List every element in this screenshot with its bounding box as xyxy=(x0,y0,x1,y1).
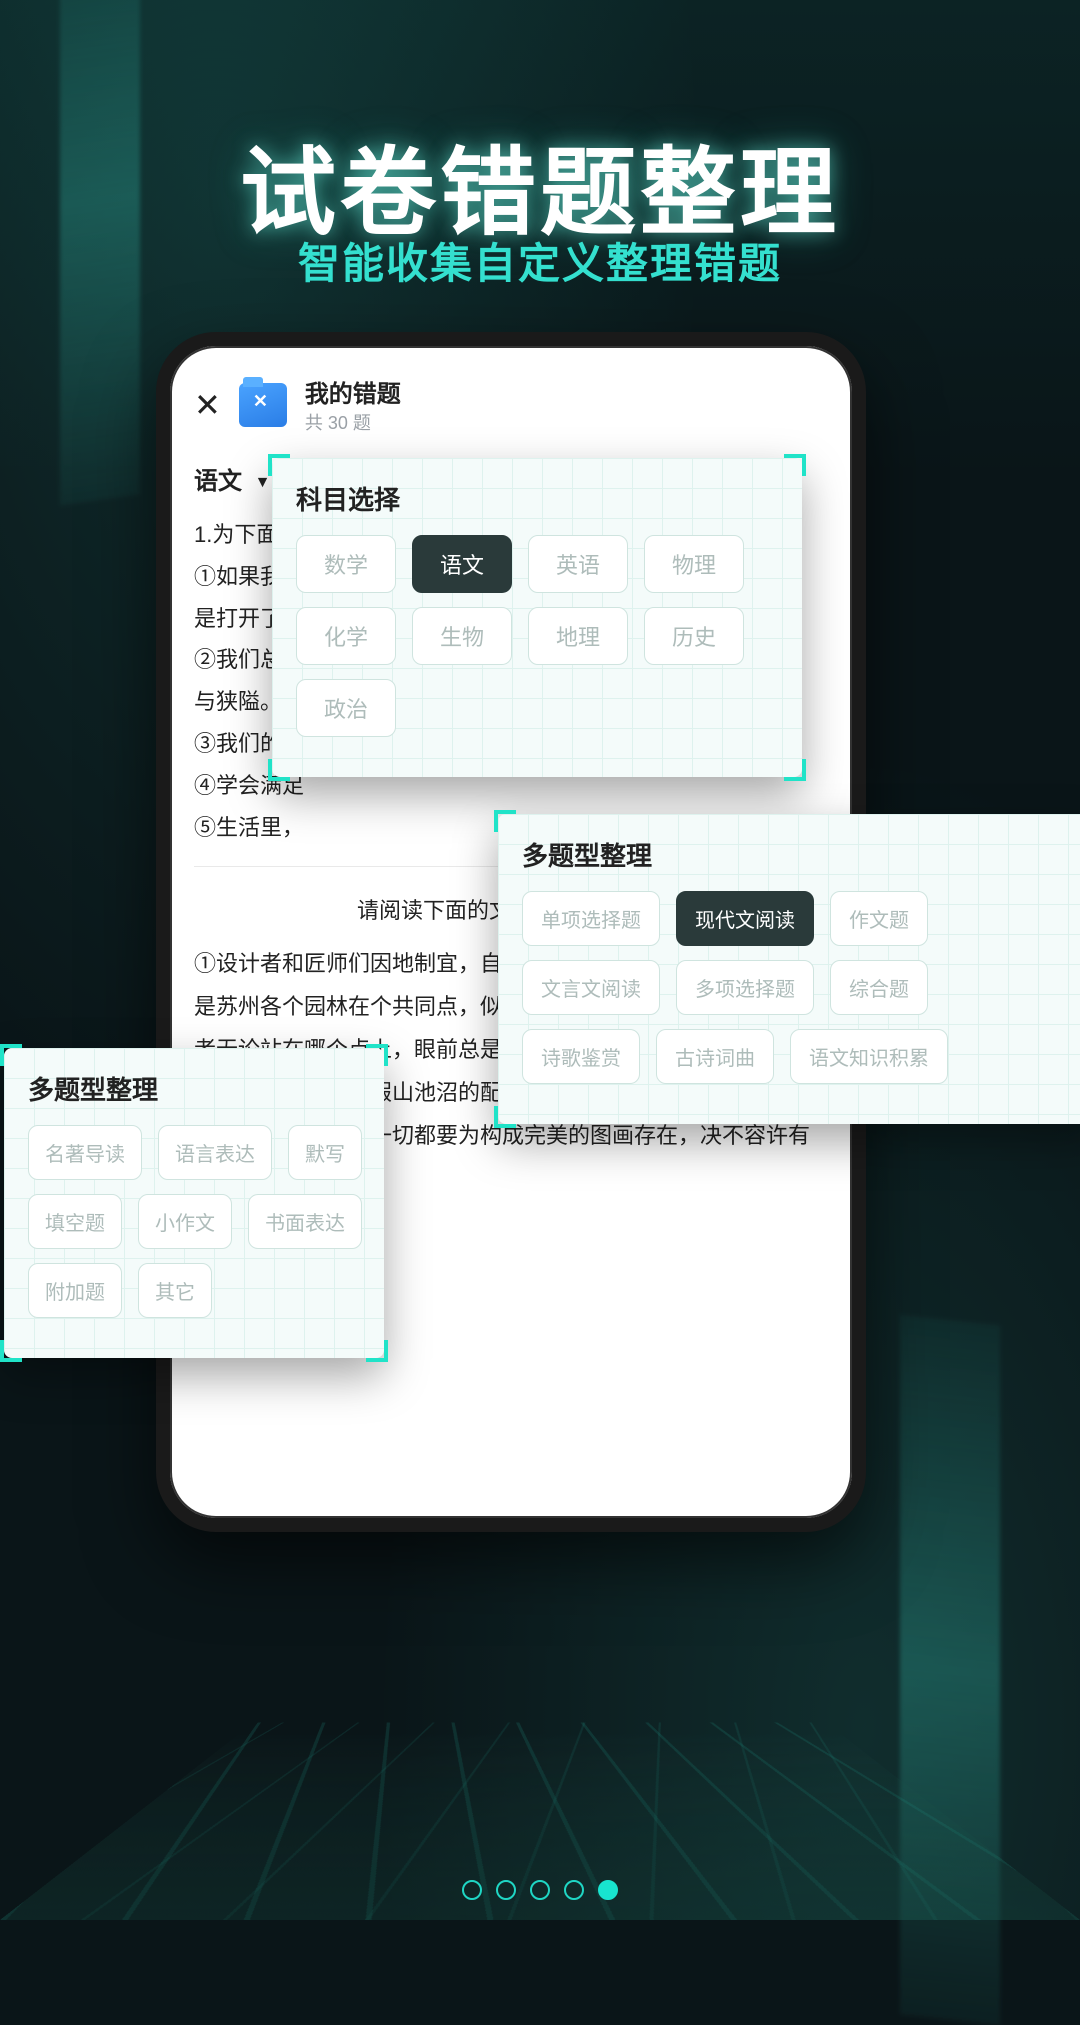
pagination-dots xyxy=(0,1880,1080,1900)
type-language-expr[interactable]: 语言表达 xyxy=(158,1125,272,1180)
subject-select-panel: 科目选择 数学 语文 英语 物理 化学 生物 地理 历史 政治 xyxy=(272,458,802,777)
subject-politics[interactable]: 政治 xyxy=(296,679,396,737)
type-poetry[interactable]: 诗歌鉴赏 xyxy=(522,1029,640,1084)
subject-physics[interactable]: 物理 xyxy=(644,535,744,593)
close-icon[interactable]: ✕ xyxy=(194,386,221,424)
page-title: 我的错题 xyxy=(305,374,401,409)
type-dictation[interactable]: 默写 xyxy=(288,1125,362,1180)
hero-subtitle: 智能收集自定义整理错题 xyxy=(0,230,1080,291)
type-modern-reading[interactable]: 现代文阅读 xyxy=(676,891,814,946)
type-composition[interactable]: 作文题 xyxy=(830,891,928,946)
type-multi-choice[interactable]: 多项选择题 xyxy=(676,960,814,1015)
page-dot-4[interactable] xyxy=(564,1880,584,1900)
question-types-panel-left: 多题型整理 名著导读 语言表达 默写 填空题 小作文 书面表达 附加题 其它 xyxy=(4,1048,384,1358)
subject-geography[interactable]: 地理 xyxy=(528,607,628,665)
subject-dropdown-label: 语文 xyxy=(194,468,242,495)
type-classics-guide[interactable]: 名著导读 xyxy=(28,1125,142,1180)
page-dot-1[interactable] xyxy=(462,1880,482,1900)
type-short-essay[interactable]: 小作文 xyxy=(138,1194,232,1249)
subject-math[interactable]: 数学 xyxy=(296,535,396,593)
question-count: 共 30 题 xyxy=(305,409,401,435)
type-fill-blank[interactable]: 填空题 xyxy=(28,1194,122,1249)
type-comprehensive[interactable]: 综合题 xyxy=(830,960,928,1015)
types-left-title: 多题型整理 xyxy=(28,1070,360,1107)
type-knowledge[interactable]: 语文知识积累 xyxy=(790,1029,948,1084)
page-dot-5[interactable] xyxy=(598,1880,618,1900)
subject-biology[interactable]: 生物 xyxy=(412,607,512,665)
page-dot-3[interactable] xyxy=(530,1880,550,1900)
subject-chemistry[interactable]: 化学 xyxy=(296,607,396,665)
subject-panel-title: 科目选择 xyxy=(296,480,778,517)
subject-history[interactable]: 历史 xyxy=(644,607,744,665)
subject-english[interactable]: 英语 xyxy=(528,535,628,593)
type-ancient-verse[interactable]: 古诗词曲 xyxy=(656,1029,774,1084)
question-types-panel-right: 多题型整理 单项选择题 现代文阅读 作文题 文言文阅读 多项选择题 综合题 诗歌… xyxy=(498,814,1080,1124)
subject-chinese[interactable]: 语文 xyxy=(412,535,512,593)
page-dot-2[interactable] xyxy=(496,1880,516,1900)
type-extra[interactable]: 附加题 xyxy=(28,1263,122,1318)
folder-icon xyxy=(239,383,287,427)
type-classical-reading[interactable]: 文言文阅读 xyxy=(522,960,660,1015)
type-other[interactable]: 其它 xyxy=(138,1263,212,1318)
type-written-expr[interactable]: 书面表达 xyxy=(248,1194,362,1249)
types-right-title: 多题型整理 xyxy=(522,836,1074,873)
type-single-choice[interactable]: 单项选择题 xyxy=(522,891,660,946)
chevron-down-icon: ▼ xyxy=(255,474,271,491)
